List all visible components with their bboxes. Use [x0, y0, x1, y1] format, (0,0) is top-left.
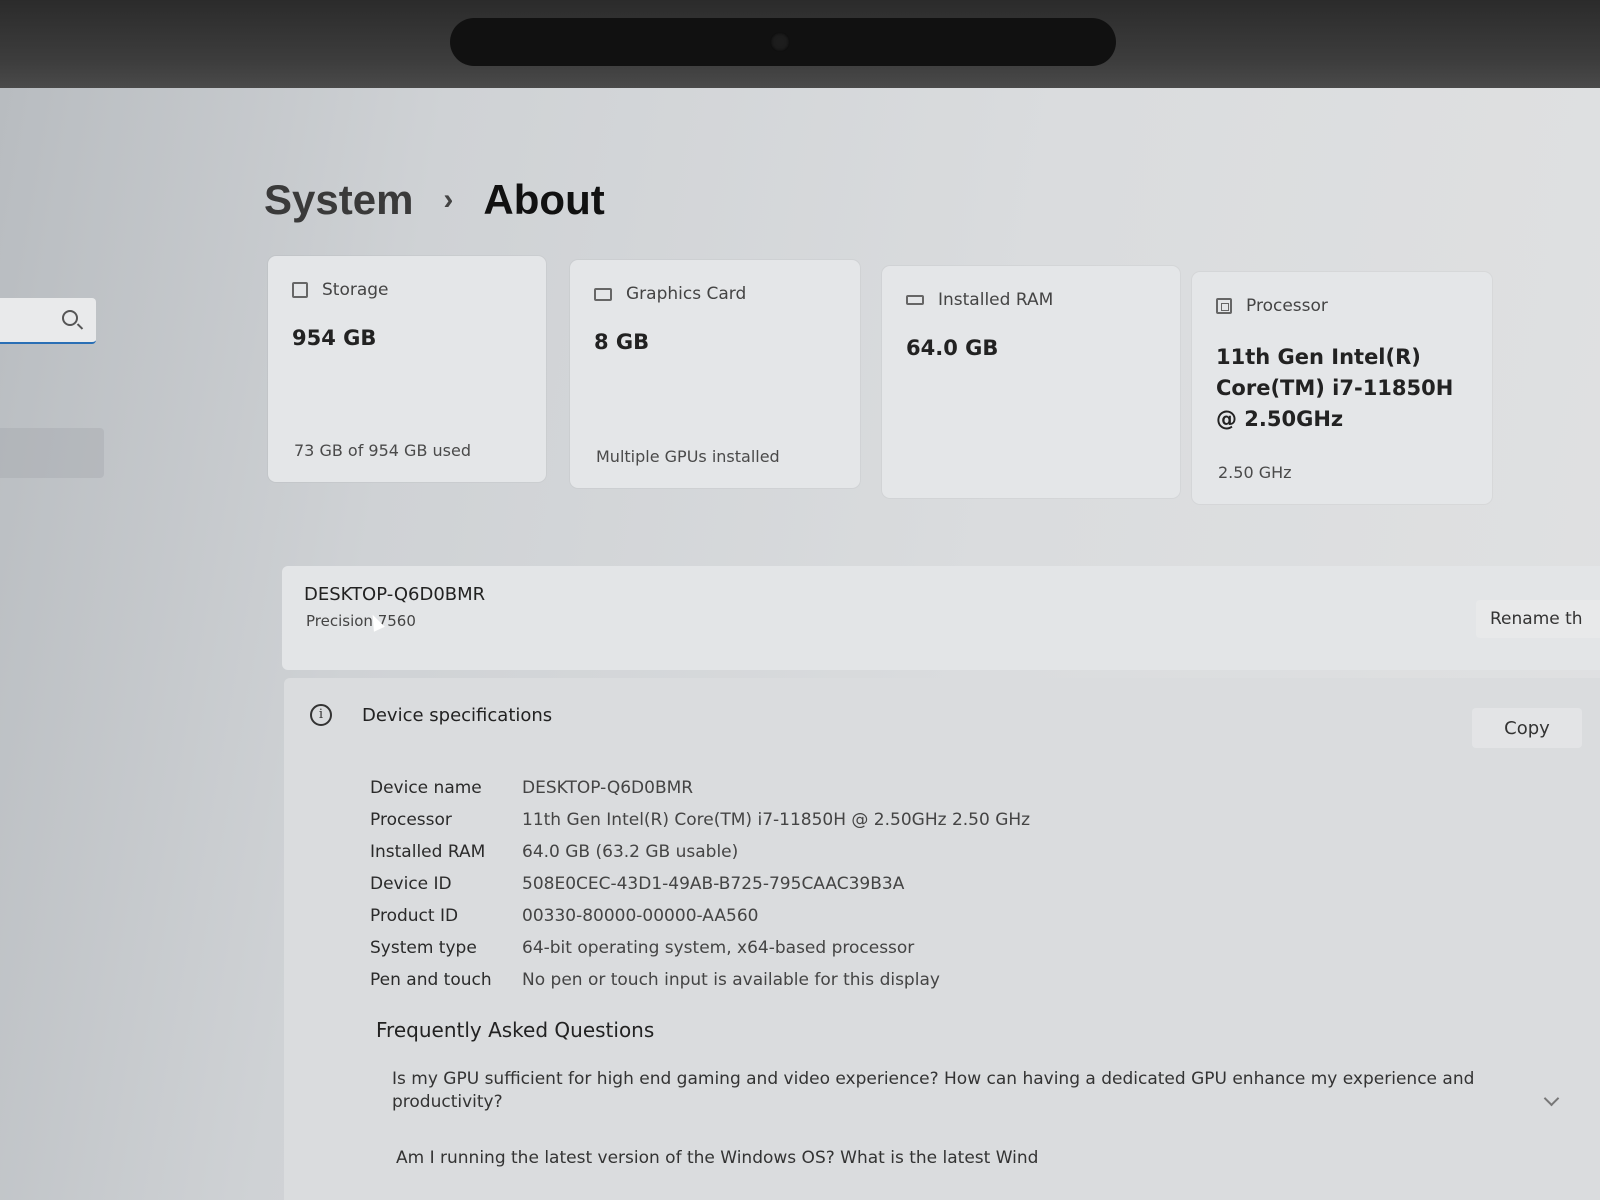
spec-label: Product ID	[370, 906, 459, 926]
tile-label: Installed RAM	[938, 290, 1054, 310]
device-model: Precision 7560	[306, 612, 416, 630]
tile-footer: 73 GB of 954 GB used	[294, 441, 471, 460]
spec-label: Processor	[370, 810, 452, 830]
webcam-lens	[770, 32, 790, 52]
tile-label: Storage	[322, 280, 389, 300]
spec-value: 64.0 GB (63.2 GB usable)	[522, 842, 739, 862]
copy-button[interactable]: Copy	[1472, 708, 1582, 748]
tile-label: Graphics Card	[626, 284, 747, 304]
tile-label: Processor	[1246, 296, 1328, 316]
storage-tile[interactable]: Storage 954 GB 73 GB of 954 GB used	[268, 256, 546, 482]
spec-value: 64-bit operating system, x64-based proce…	[522, 938, 915, 958]
spec-value: 00330-80000-00000-AA560	[522, 906, 759, 926]
device-name-card: DESKTOP-Q6D0BMR Precision 7560 Rename th	[282, 566, 1600, 670]
spec-row: Product ID 00330-80000-00000-AA560	[370, 900, 1030, 932]
chevron-down-icon[interactable]	[1543, 1090, 1560, 1107]
spec-row: Device ID 508E0CEC-43D1-49AB-B725-795CAAC…	[370, 868, 1030, 900]
page-title: About	[483, 176, 605, 223]
sidebar-item-system[interactable]	[0, 428, 104, 478]
faq-question[interactable]: Is my GPU sufficient for high end gaming…	[392, 1068, 1512, 1114]
spec-value: 508E0CEC-43D1-49AB-B725-795CAAC39B3A	[522, 874, 905, 894]
spec-row: System type 64-bit operating system, x64-…	[370, 932, 1030, 964]
storage-icon	[292, 282, 308, 298]
tile-value: 8 GB	[594, 330, 650, 354]
info-icon: i	[310, 704, 332, 726]
chevron-right-icon: ›	[443, 183, 454, 216]
breadcrumb: System › About	[264, 176, 605, 224]
tile-value: 11th Gen Intel(R) Core(TM) i7-11850H @ 2…	[1216, 345, 1454, 431]
spec-row: Installed RAM 64.0 GB (63.2 GB usable)	[370, 836, 1030, 868]
spec-row: Device name DESKTOP-Q6D0BMR	[370, 772, 1030, 804]
spec-row: Pen and touch No pen or touch input is av…	[370, 964, 1030, 996]
spec-label: Device ID	[370, 874, 452, 894]
faq-question[interactable]: Am I running the latest version of the W…	[396, 1148, 1038, 1168]
spec-label: System type	[370, 938, 477, 958]
search-icon[interactable]	[62, 310, 78, 326]
settings-search-input[interactable]	[0, 298, 96, 344]
spec-value: DESKTOP-Q6D0BMR	[522, 778, 694, 798]
rename-pc-button[interactable]: Rename th	[1476, 600, 1600, 638]
faq-title: Frequently Asked Questions	[376, 1018, 655, 1042]
tile-footer: Multiple GPUs installed	[596, 447, 780, 466]
graphics-card-tile[interactable]: Graphics Card 8 GB Multiple GPUs install…	[570, 260, 860, 488]
graphics-card-icon	[594, 287, 612, 301]
spec-label: Installed RAM	[370, 842, 486, 862]
spec-value: 11th Gen Intel(R) Core(TM) i7-11850H @ 2…	[522, 810, 1031, 830]
breadcrumb-system[interactable]: System	[264, 176, 413, 224]
tile-value: 954 GB	[292, 326, 377, 350]
installed-ram-tile[interactable]: Installed RAM 64.0 GB	[882, 266, 1180, 498]
spec-value: No pen or touch input is available for t…	[522, 970, 940, 990]
device-specifications-header[interactable]: i Device specifications	[310, 704, 552, 726]
monitor-bezel	[0, 0, 1600, 88]
section-title: Device specifications	[362, 704, 553, 726]
webcam-housing	[450, 18, 1116, 66]
device-name: DESKTOP-Q6D0BMR	[304, 584, 486, 605]
spec-label: Device name	[370, 778, 482, 798]
processor-tile[interactable]: Processor 11th Gen Intel(R) Core(TM) i7-…	[1192, 272, 1492, 504]
tile-value: 64.0 GB	[906, 336, 999, 360]
spec-row: Processor 11th Gen Intel(R) Core(TM) i7-1…	[370, 804, 1030, 836]
settings-window: System › About Storage 954 GB 73 GB of 9…	[0, 88, 1600, 1200]
spec-table: Device name DESKTOP-Q6D0BMR Processor 11th…	[370, 772, 1030, 996]
spec-label: Pen and touch	[370, 970, 492, 990]
tile-footer: 2.50 GHz	[1218, 463, 1292, 482]
device-specifications-card: i Device specifications Copy Device name…	[284, 678, 1600, 1200]
ram-icon	[906, 295, 924, 305]
processor-icon	[1216, 298, 1232, 314]
